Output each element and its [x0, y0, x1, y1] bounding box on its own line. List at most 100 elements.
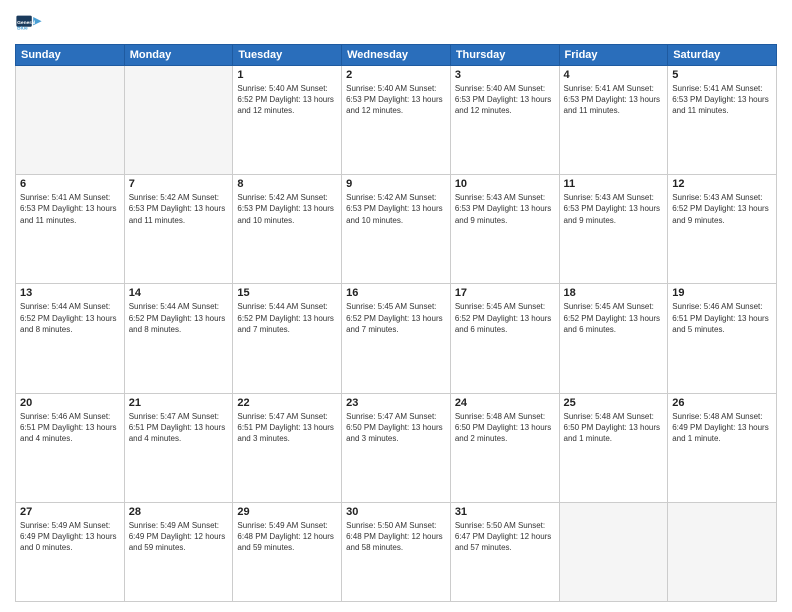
- week-row-1: 6Sunrise: 5:41 AM Sunset: 6:53 PM Daylig…: [16, 175, 777, 284]
- day-header-saturday: Saturday: [668, 45, 777, 66]
- day-info: Sunrise: 5:46 AM Sunset: 6:51 PM Dayligh…: [672, 301, 772, 335]
- day-info: Sunrise: 5:48 AM Sunset: 6:50 PM Dayligh…: [564, 411, 664, 445]
- day-number: 31: [455, 506, 555, 518]
- calendar-cell: 3 Sunrise: 5:40 AM Sunset: 6:53 PM Daylig…: [450, 66, 559, 175]
- day-number: 8: [237, 178, 337, 190]
- calendar-cell: 20Sunrise: 5:46 AM Sunset: 6:51 PM Dayli…: [16, 393, 125, 502]
- day-number: 24: [455, 397, 555, 409]
- calendar-cell: [124, 66, 233, 175]
- calendar-cell: 30 Sunrise: 5:50 AM Sunset: 6:48 PM Dayli…: [342, 502, 451, 601]
- day-number: 21: [129, 397, 229, 409]
- calendar-cell: 12 Sunrise: 5:43 AM Sunset: 6:52 PM Dayli…: [668, 175, 777, 284]
- day-header-monday: Monday: [124, 45, 233, 66]
- day-header-thursday: Thursday: [450, 45, 559, 66]
- calendar-cell: 27Sunrise: 5:49 AM Sunset: 6:49 PM Dayli…: [16, 502, 125, 601]
- day-number: 11: [564, 178, 664, 190]
- day-number: 22: [237, 397, 337, 409]
- calendar-cell: 1 Sunrise: 5:40 AM Sunset: 6:52 PM Daylig…: [233, 66, 342, 175]
- calendar-cell: 17 Sunrise: 5:45 AM Sunset: 6:52 PM Dayli…: [450, 284, 559, 393]
- calendar-cell: 15Sunrise: 5:44 AM Sunset: 6:52 PM Dayli…: [233, 284, 342, 393]
- day-info: Sunrise: 5:45 AM Sunset: 6:52 PM Dayligh…: [564, 301, 664, 335]
- day-number: 4: [564, 69, 664, 81]
- day-number: 12: [672, 178, 772, 190]
- day-info: Sunrise: 5:42 AM Sunset: 6:53 PM Dayligh…: [237, 192, 337, 226]
- day-info: Sunrise: 5:42 AM Sunset: 6:53 PM Dayligh…: [129, 192, 229, 226]
- day-number: 3: [455, 69, 555, 81]
- calendar-cell: 31 Sunrise: 5:50 AM Sunset: 6:47 PM Dayli…: [450, 502, 559, 601]
- day-info: Sunrise: 5:40 AM Sunset: 6:52 PM Dayligh…: [237, 83, 337, 117]
- day-info: Sunrise: 5:47 AM Sunset: 6:51 PM Dayligh…: [129, 411, 229, 445]
- day-number: 10: [455, 178, 555, 190]
- day-number: 19: [672, 287, 772, 299]
- day-info: Sunrise: 5:45 AM Sunset: 6:52 PM Dayligh…: [346, 301, 446, 335]
- day-number: 18: [564, 287, 664, 299]
- week-row-3: 20Sunrise: 5:46 AM Sunset: 6:51 PM Dayli…: [16, 393, 777, 502]
- day-info: Sunrise: 5:43 AM Sunset: 6:52 PM Dayligh…: [672, 192, 772, 226]
- calendar-cell: 13Sunrise: 5:44 AM Sunset: 6:52 PM Dayli…: [16, 284, 125, 393]
- week-row-4: 27 Sunrise: 5:49 AM Sunset: 6:49 PM Dayli…: [16, 502, 777, 601]
- day-info: Sunrise: 5:47 AM Sunset: 6:51 PM Dayligh…: [237, 411, 337, 445]
- day-number: 1: [237, 69, 337, 81]
- logo-icon: General Blue: [15, 10, 43, 38]
- page: General Blue SundayMondayTuesdayWednesda…: [0, 0, 792, 612]
- day-info: Sunrise: 5:44 AM Sunset: 6:52 PM Dayligh…: [237, 301, 337, 335]
- day-info: Sunrise: 5:48 AM Sunset: 6:49 PM Dayligh…: [672, 411, 772, 445]
- calendar-cell: [668, 502, 777, 601]
- day-number: 27: [20, 506, 120, 518]
- calendar-cell: 23 Sunrise: 5:47 AM Sunset: 6:50 PM Dayli…: [342, 393, 451, 502]
- day-number: 2: [346, 69, 446, 81]
- day-number: 17: [455, 287, 555, 299]
- day-header-sunday: Sunday: [16, 45, 125, 66]
- calendar-cell: 24 Sunrise: 5:48 AM Sunset: 6:50 PM Dayli…: [450, 393, 559, 502]
- day-number: 29: [237, 506, 337, 518]
- calendar-cell: 6Sunrise: 5:41 AM Sunset: 6:53 PM Daylig…: [16, 175, 125, 284]
- day-info: Sunrise: 5:49 AM Sunset: 6:49 PM Dayligh…: [129, 520, 229, 554]
- day-info: Sunrise: 5:50 AM Sunset: 6:47 PM Dayligh…: [455, 520, 555, 554]
- day-number: 7: [129, 178, 229, 190]
- day-info: Sunrise: 5:45 AM Sunset: 6:52 PM Dayligh…: [455, 301, 555, 335]
- calendar-cell: 7 Sunrise: 5:42 AM Sunset: 6:53 PM Daylig…: [124, 175, 233, 284]
- day-number: 30: [346, 506, 446, 518]
- day-info: Sunrise: 5:41 AM Sunset: 6:53 PM Dayligh…: [20, 192, 120, 226]
- day-header-friday: Friday: [559, 45, 668, 66]
- day-info: Sunrise: 5:41 AM Sunset: 6:53 PM Dayligh…: [564, 83, 664, 117]
- day-number: 25: [564, 397, 664, 409]
- calendar-cell: 9Sunrise: 5:42 AM Sunset: 6:53 PM Daylig…: [342, 175, 451, 284]
- calendar-table: SundayMondayTuesdayWednesdayThursdayFrid…: [15, 44, 777, 602]
- day-info: Sunrise: 5:40 AM Sunset: 6:53 PM Dayligh…: [455, 83, 555, 117]
- day-info: Sunrise: 5:41 AM Sunset: 6:53 PM Dayligh…: [672, 83, 772, 117]
- day-info: Sunrise: 5:44 AM Sunset: 6:52 PM Dayligh…: [129, 301, 229, 335]
- calendar-header-row: SundayMondayTuesdayWednesdayThursdayFrid…: [16, 45, 777, 66]
- day-info: Sunrise: 5:49 AM Sunset: 6:48 PM Dayligh…: [237, 520, 337, 554]
- day-info: Sunrise: 5:47 AM Sunset: 6:50 PM Dayligh…: [346, 411, 446, 445]
- calendar-cell: 22 Sunrise: 5:47 AM Sunset: 6:51 PM Dayli…: [233, 393, 342, 502]
- calendar-cell: 26Sunrise: 5:48 AM Sunset: 6:49 PM Dayli…: [668, 393, 777, 502]
- day-number: 16: [346, 287, 446, 299]
- calendar-cell: 21 Sunrise: 5:47 AM Sunset: 6:51 PM Dayli…: [124, 393, 233, 502]
- header: General Blue: [15, 10, 777, 38]
- day-info: Sunrise: 5:50 AM Sunset: 6:48 PM Dayligh…: [346, 520, 446, 554]
- calendar-cell: 19 Sunrise: 5:46 AM Sunset: 6:51 PM Dayli…: [668, 284, 777, 393]
- calendar-cell: 25 Sunrise: 5:48 AM Sunset: 6:50 PM Dayli…: [559, 393, 668, 502]
- day-info: Sunrise: 5:44 AM Sunset: 6:52 PM Dayligh…: [20, 301, 120, 335]
- svg-text:Blue: Blue: [17, 26, 28, 32]
- week-row-2: 13Sunrise: 5:44 AM Sunset: 6:52 PM Dayli…: [16, 284, 777, 393]
- calendar-cell: [16, 66, 125, 175]
- calendar-cell: 28 Sunrise: 5:49 AM Sunset: 6:49 PM Dayli…: [124, 502, 233, 601]
- day-number: 9: [346, 178, 446, 190]
- day-info: Sunrise: 5:43 AM Sunset: 6:53 PM Dayligh…: [455, 192, 555, 226]
- svg-text:General: General: [17, 20, 36, 26]
- calendar-cell: 18 Sunrise: 5:45 AM Sunset: 6:52 PM Dayli…: [559, 284, 668, 393]
- calendar-cell: 16 Sunrise: 5:45 AM Sunset: 6:52 PM Dayli…: [342, 284, 451, 393]
- logo: General Blue: [15, 10, 43, 38]
- day-header-wednesday: Wednesday: [342, 45, 451, 66]
- day-info: Sunrise: 5:48 AM Sunset: 6:50 PM Dayligh…: [455, 411, 555, 445]
- day-info: Sunrise: 5:43 AM Sunset: 6:53 PM Dayligh…: [564, 192, 664, 226]
- calendar-cell: 11 Sunrise: 5:43 AM Sunset: 6:53 PM Dayli…: [559, 175, 668, 284]
- calendar-cell: 10 Sunrise: 5:43 AM Sunset: 6:53 PM Dayli…: [450, 175, 559, 284]
- day-number: 28: [129, 506, 229, 518]
- day-number: 23: [346, 397, 446, 409]
- calendar-cell: 29 Sunrise: 5:49 AM Sunset: 6:48 PM Dayli…: [233, 502, 342, 601]
- day-info: Sunrise: 5:46 AM Sunset: 6:51 PM Dayligh…: [20, 411, 120, 445]
- calendar-cell: 8 Sunrise: 5:42 AM Sunset: 6:53 PM Daylig…: [233, 175, 342, 284]
